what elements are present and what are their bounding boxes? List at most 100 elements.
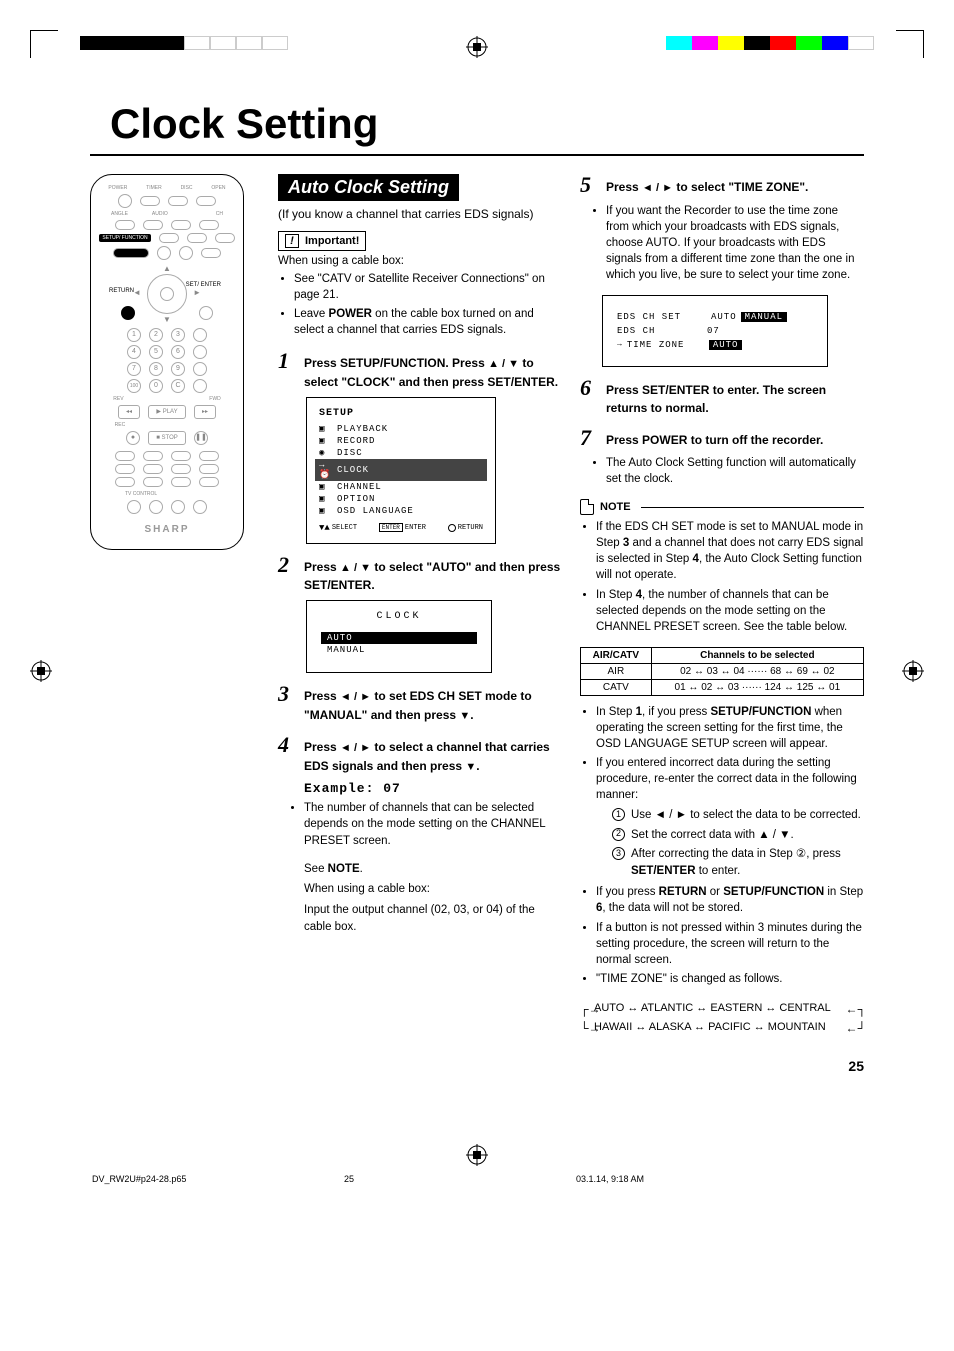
crop-mark-tr [896, 30, 924, 58]
osd-item: OSD LANGUAGE [337, 506, 414, 516]
list-item: In Step 4, the number of channels that c… [596, 587, 864, 635]
osd-value-selected: AUTO [709, 340, 743, 350]
osd-key: TIME ZONE [627, 340, 709, 350]
step-text: Press POWER to turn off the recorder. [606, 427, 823, 449]
channel-table: AIR/CATVChannels to be selected AIR02 ↔ … [580, 647, 864, 696]
sublist-item: 1Use ◄ / ► to select the data to be corr… [612, 807, 864, 824]
registration-crosshair-bottom [466, 1144, 488, 1169]
table-header: Channels to be selected [651, 647, 863, 663]
step-number: 6 [580, 377, 598, 417]
osd-clock-menu: CLOCK AUTO MANUAL [306, 600, 492, 673]
list-item: The number of channels that can be selec… [304, 800, 562, 848]
footer-date: 03.1.14, 9:18 AM [576, 1174, 644, 1184]
table-cell: 02 ↔ 03 ↔ 04 ······ 68 ↔ 69 ↔ 02 [651, 663, 863, 679]
step-1: 1 Press SETUP/FUNCTION. Press ▲ / ▼ to s… [278, 350, 562, 391]
step-7: 7 Press POWER to turn off the recorder. [580, 427, 864, 449]
important-label: Important! [305, 235, 359, 247]
remote-column: POWERTIMERDISCOPEN ANGLEAUDIOCH SETUP/ F… [90, 174, 260, 1074]
step-text: Press ◄ / ► to set EDS CH SET mode to "M… [304, 683, 562, 724]
middle-column: Auto Clock Setting (If you know a channe… [278, 174, 562, 1074]
return-label: RETURN [109, 288, 134, 294]
important-list: See "CATV or Satellite Receiver Connecti… [278, 271, 562, 338]
note-label: NOTE [600, 501, 631, 513]
color-strip-right [666, 36, 874, 50]
table-cell: CATV [581, 679, 652, 695]
osd-item: OPTION [337, 494, 375, 504]
dpad: RETURN SET/ ENTER ▲▼◄► [127, 264, 207, 324]
step-text: Press ▲ / ▼ to select "AUTO" and then pr… [304, 554, 562, 595]
osd-item: PLAYBACK [337, 424, 388, 434]
section-header: Auto Clock Setting [278, 174, 459, 201]
print-registration-top [0, 0, 954, 60]
important-callout: ! Important! [278, 231, 366, 251]
print-footer: DV_RW2U#p24-28.p65 25 03.1.14, 9:18 AM [0, 1124, 954, 1194]
page-content: Clock Setting POWERTIMERDISCOPEN ANGLEAU… [0, 100, 954, 1114]
osd-value: 07 [707, 326, 720, 336]
note-heading: NOTE [580, 499, 864, 515]
correction-sublist: 1Use ◄ / ► to select the data to be corr… [596, 807, 864, 880]
osd-item-selected: → ⏰CLOCK [315, 459, 487, 481]
sublist-item: 3After correcting the data in Step ②, pr… [612, 846, 864, 881]
footer-filename: DV_RW2U#p24-28.p65 [92, 1174, 186, 1184]
osd-value: AUTO [707, 312, 741, 322]
step-text: Press ◄ / ► to select a channel that car… [304, 734, 562, 775]
step-number: 2 [278, 554, 296, 595]
setup-function-label: SETUP/ FUNCTION [99, 234, 150, 242]
osd-setup-menu: SETUP ▣PLAYBACK ▣RECORD ◉DISC → ⏰CLOCK ▣… [306, 397, 496, 544]
brand-label: SHARP [99, 524, 235, 535]
osd-header: SETUP [319, 408, 483, 419]
osd-key: EDS CH [617, 326, 707, 336]
step-text: Press ◄ / ► to select "TIME ZONE". [606, 174, 808, 197]
osd-key: EDS CH SET [617, 312, 707, 322]
step-number: 5 [580, 174, 598, 197]
step-number: 3 [278, 683, 296, 724]
table-header: AIR/CATV [581, 647, 652, 663]
step-text: Press SETUP/FUNCTION. Press ▲ / ▼ to sel… [304, 350, 562, 391]
footer-page: 25 [344, 1174, 354, 1184]
osd-item: DISC [337, 448, 363, 458]
step-number: 7 [580, 427, 598, 449]
step-6: 6 Press SET/ENTER to enter. The screen r… [580, 377, 864, 417]
crop-mark-tl [30, 30, 58, 58]
osd-item: MANUAL [321, 644, 477, 656]
osd-item: CHANNEL [337, 482, 382, 492]
remote-illustration: POWERTIMERDISCOPEN ANGLEAUDIOCH SETUP/ F… [90, 174, 244, 550]
example-label: Example: 07 [304, 781, 562, 796]
osd-item-selected: AUTO [321, 632, 477, 644]
step4-bullets: The number of channels that can be selec… [278, 800, 562, 848]
list-item: In Step 1, if you press SETUP/FUNCTION w… [596, 704, 864, 752]
osd-item: RECORD [337, 436, 375, 446]
list-item: If the EDS CH SET mode is set to MANUAL … [596, 519, 864, 583]
step-4: 4 Press ◄ / ► to select a channel that c… [278, 734, 562, 775]
step-2: 2 Press ▲ / ▼ to select "AUTO" and then … [278, 554, 562, 595]
step-5: 5 Press ◄ / ► to select "TIME ZONE". [580, 174, 864, 197]
page-title: Clock Setting [110, 100, 864, 148]
step-3: 3 Press ◄ / ► to set EDS CH SET mode to … [278, 683, 562, 724]
step-number: 1 [278, 350, 296, 391]
step-number: 4 [278, 734, 296, 775]
note-icon [580, 499, 594, 515]
osd-title: CLOCK [321, 611, 477, 622]
list-item: If you entered incorrect data during the… [596, 755, 864, 880]
registration-crosshair-top [466, 36, 488, 58]
registration-crosshair-right [902, 660, 924, 685]
exclaim-icon: ! [285, 234, 299, 248]
table-cell: AIR [581, 663, 652, 679]
set-enter-label: SET/ ENTER [186, 282, 221, 288]
registration-crosshair-left [30, 660, 52, 685]
note-list-2: In Step 1, if you press SETUP/FUNCTION w… [580, 704, 864, 987]
note-list-1: If the EDS CH SET mode is set to MANUAL … [580, 519, 864, 635]
important-item: Leave POWER on the cable box turned on a… [294, 306, 562, 338]
list-item: If you want the Recorder to use the time… [606, 203, 864, 283]
osd-timezone: EDS CH SETAUTO MANUAL EDS CH07 →TIME ZON… [602, 295, 828, 367]
color-strip-left [80, 36, 288, 50]
intro-text: (If you know a channel that carries EDS … [278, 207, 562, 221]
timezone-chain: ┌→AUTO ↔ ATLANTIC ↔ EASTERN ↔ CENTRAL←┐ … [580, 999, 864, 1036]
table-cell: 01 ↔ 02 ↔ 03 ······ 124 ↔ 125 ↔ 01 [651, 679, 863, 695]
sublist-item: 2Set the correct data with ▲ / ▼. [612, 827, 864, 844]
step4-extra: See NOTE. When using a cable box: Input … [304, 861, 562, 936]
step-text: Press SET/ENTER to enter. The screen ret… [606, 377, 864, 417]
step7-bullets: The Auto Clock Setting function will aut… [580, 455, 864, 487]
right-column: 5 Press ◄ / ► to select "TIME ZONE". If … [580, 174, 864, 1074]
osd-value-selected: MANUAL [741, 312, 787, 322]
